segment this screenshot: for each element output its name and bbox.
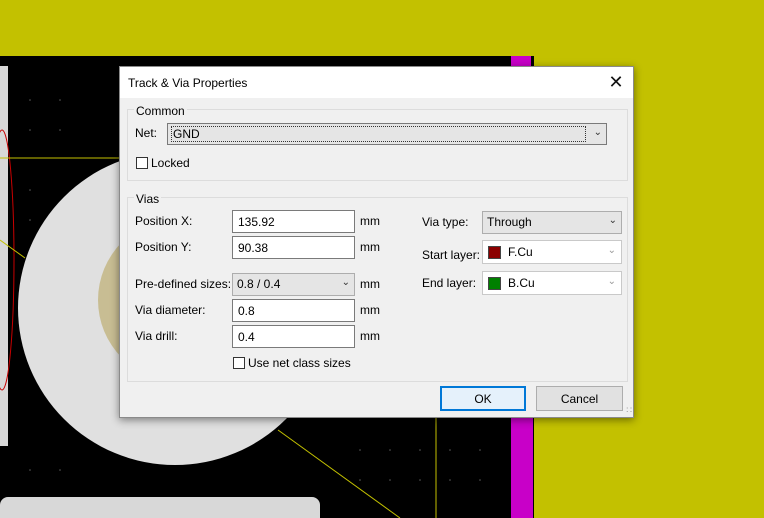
via-diameter-label: Via diameter:: [135, 303, 206, 317]
position-y-unit: mm: [360, 240, 380, 254]
locked-checkbox[interactable]: [136, 157, 148, 169]
end-layer-value: B.Cu: [508, 276, 535, 290]
predefined-sizes-label: Pre-defined sizes:: [135, 277, 232, 291]
position-x-unit: mm: [360, 214, 380, 228]
predefined-sizes-unit: mm: [360, 277, 380, 291]
via-diameter-value: 0.8: [238, 304, 255, 318]
via-type-label: Via type:: [422, 215, 469, 229]
end-layer-select[interactable]: B.Cu ⌄: [482, 271, 622, 295]
position-x-input[interactable]: 135.92: [232, 210, 355, 233]
net-select[interactable]: GND ⌄: [167, 123, 607, 145]
via-drill-label: Via drill:: [135, 329, 178, 343]
via-type-value: Through: [487, 215, 532, 229]
use-net-class-sizes-checkbox[interactable]: [233, 357, 245, 369]
via-diameter-input[interactable]: 0.8: [232, 299, 355, 322]
via-type-select[interactable]: Through ⌄: [482, 211, 622, 234]
focus-rect: [171, 126, 586, 142]
predefined-sizes-value: 0.8 / 0.4: [237, 277, 281, 291]
vias-group-label: Vias: [134, 192, 162, 206]
chevron-down-icon: ⌄: [607, 276, 616, 287]
dialog-titlebar[interactable]: Track & Via Properties ✕: [120, 67, 633, 98]
f-cu-color-swatch: [488, 246, 501, 259]
start-layer-select[interactable]: F.Cu ⌄: [482, 240, 622, 264]
common-group: [127, 109, 628, 181]
chevron-down-icon: ⌄: [607, 245, 616, 256]
start-layer-value: F.Cu: [508, 245, 533, 259]
ok-button[interactable]: OK: [440, 386, 526, 411]
position-y-input[interactable]: 90.38: [232, 236, 355, 259]
predefined-sizes-select[interactable]: 0.8 / 0.4 ⌄: [232, 273, 355, 296]
use-net-class-sizes-label: Use net class sizes: [248, 356, 351, 370]
position-x-label: Position X:: [135, 214, 193, 228]
locked-label: Locked: [151, 156, 190, 170]
end-layer-label: End layer:: [422, 276, 477, 290]
net-value: GND: [173, 127, 200, 141]
footprint-pad: [0, 497, 320, 518]
resize-grip-icon[interactable]: ∷: [626, 405, 632, 416]
track-via-properties-dialog: Track & Via Properties ✕ Common Net: GND…: [119, 66, 634, 418]
chevron-down-icon: ⌄: [341, 277, 350, 288]
via-drill-input[interactable]: 0.4: [232, 325, 355, 348]
common-group-label: Common: [134, 104, 187, 118]
cancel-button[interactable]: Cancel: [536, 386, 623, 411]
position-x-value: 135.92: [238, 215, 275, 229]
chevron-down-icon: ⌄: [608, 215, 617, 226]
start-layer-label: Start layer:: [422, 248, 481, 262]
via-diameter-unit: mm: [360, 303, 380, 317]
chevron-down-icon: ⌄: [593, 127, 602, 138]
position-y-value: 90.38: [238, 241, 269, 255]
b-cu-color-swatch: [488, 277, 501, 290]
position-y-label: Position Y:: [135, 240, 192, 254]
dialog-title: Track & Via Properties: [128, 76, 248, 90]
via-drill-unit: mm: [360, 329, 380, 343]
close-icon[interactable]: ✕: [599, 67, 633, 98]
via-drill-value: 0.4: [238, 330, 255, 344]
net-label: Net:: [135, 126, 158, 140]
